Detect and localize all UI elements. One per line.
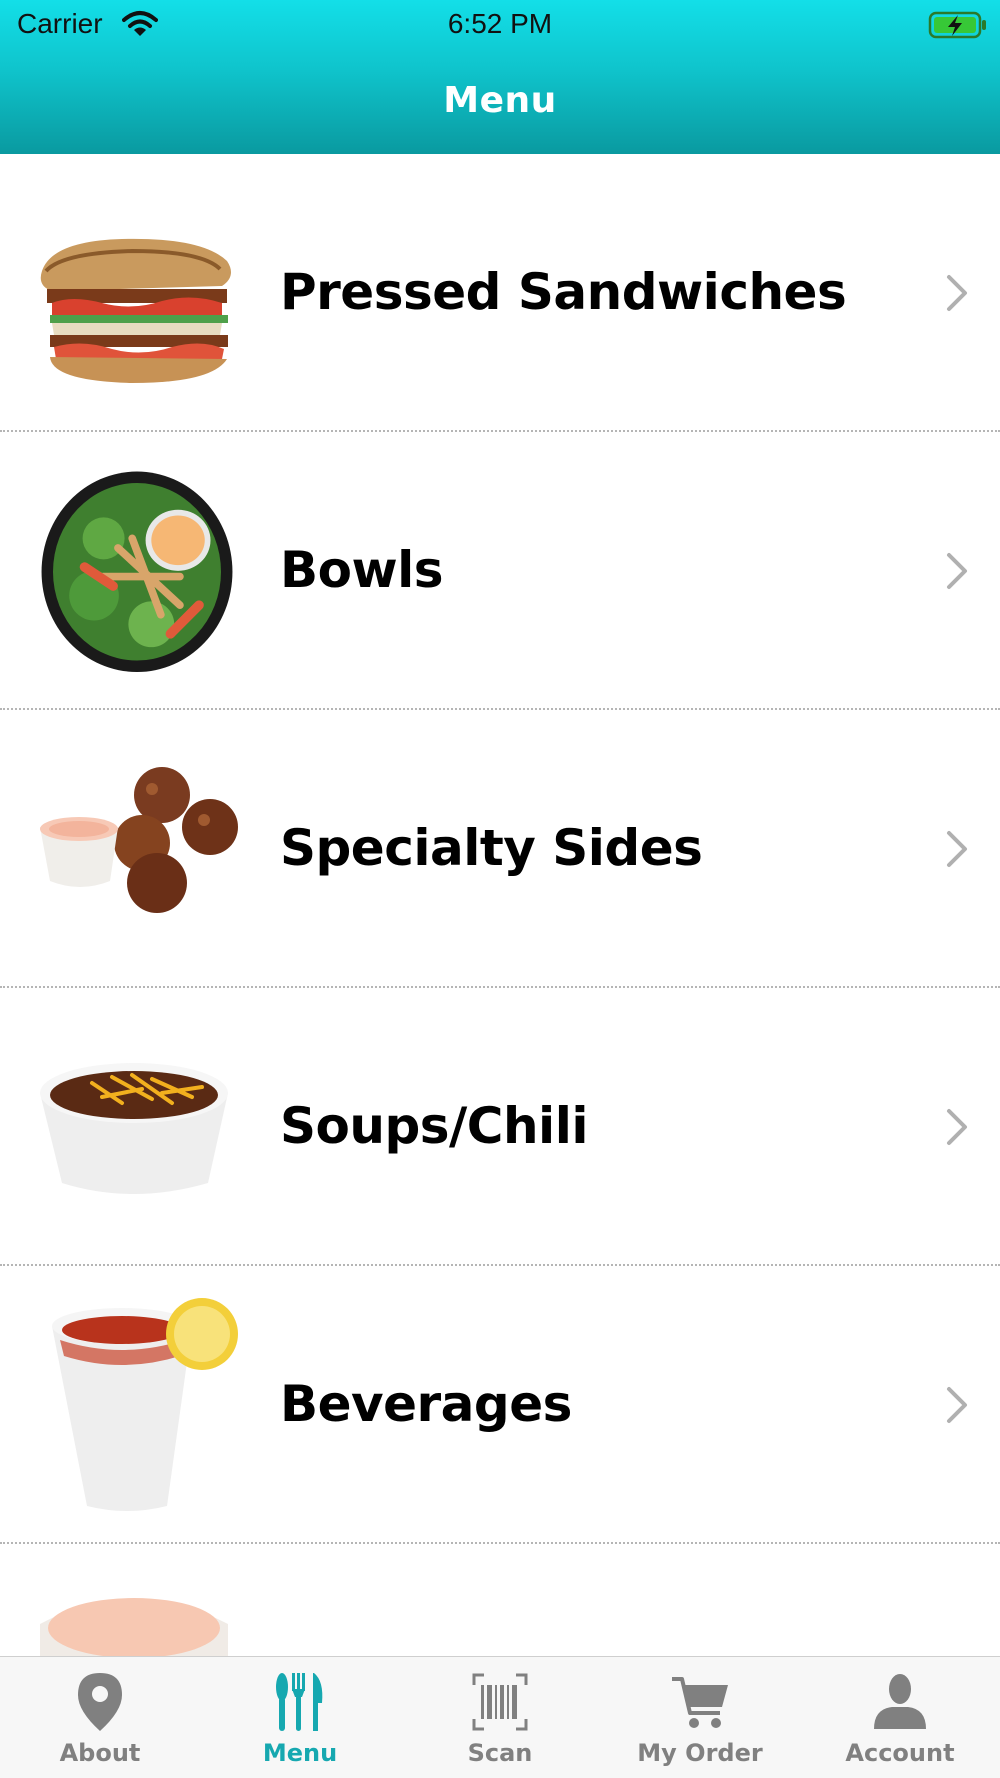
tab-label: Scan [467, 1739, 533, 1767]
menu-category-bowls[interactable]: Bowls [0, 432, 1000, 710]
cart-icon [672, 1677, 728, 1728]
chevron-right-icon [947, 275, 967, 311]
tab-account[interactable]: Account [800, 1657, 1000, 1778]
map-pin-icon [78, 1673, 122, 1731]
barcode-icon [472, 1673, 528, 1731]
menu-category-partial[interactable] [0, 1544, 1000, 1656]
person-icon [874, 1674, 926, 1729]
tab-menu[interactable]: Menu [200, 1657, 400, 1778]
nav-header: Carrier 6:52 PM Menu [0, 0, 1000, 154]
menu-category-label: Specialty Sides [280, 819, 703, 877]
tab-my-order[interactable]: My Order [600, 1657, 800, 1778]
tab-about[interactable]: About [0, 1657, 200, 1778]
tab-label: About [59, 1739, 141, 1767]
chevron-right-icon [947, 1387, 967, 1423]
fork-knife-icon [276, 1673, 323, 1731]
page-title: Menu [443, 80, 557, 121]
sauce-cup-image [40, 1598, 228, 1656]
tab-scan[interactable]: Scan [400, 1657, 600, 1778]
chili-cup-image [40, 1063, 228, 1194]
tab-bar: About Menu Scan My Order Account [0, 1656, 1000, 1778]
chevron-right-icon [947, 1109, 967, 1145]
sandwich-image [40, 238, 231, 383]
menu-category-label: Soups/Chili [280, 1097, 588, 1155]
salad-bowl-image [41, 471, 233, 672]
menu-category-label: Bowls [280, 541, 444, 599]
menu-category-label: Beverages [280, 1375, 572, 1433]
menu-category-specialty-sides[interactable]: Specialty Sides [0, 710, 1000, 988]
menu-category-soups-chili[interactable]: Soups/Chili [0, 988, 1000, 1266]
status-bar: Carrier 6:52 PM [0, 0, 1000, 50]
menu-category-pressed-sandwiches[interactable]: Pressed Sandwiches [0, 154, 1000, 432]
menu-category-label: Pressed Sandwiches [280, 263, 847, 321]
tab-label: Menu [262, 1739, 338, 1767]
battery-charging-icon [928, 11, 986, 39]
menu-category-list[interactable]: Pressed Sandwiches Bowls Specialty Sides… [0, 154, 1000, 1656]
tab-label: My Order [637, 1739, 763, 1767]
fritters-image [40, 767, 238, 913]
menu-category-beverages[interactable]: Beverages [0, 1266, 1000, 1544]
chevron-right-icon [947, 831, 967, 867]
status-time: 6:52 PM [447, 8, 553, 39]
tab-label: Account [845, 1739, 955, 1767]
iced-tea-image [52, 1298, 238, 1511]
chevron-right-icon [947, 553, 967, 589]
